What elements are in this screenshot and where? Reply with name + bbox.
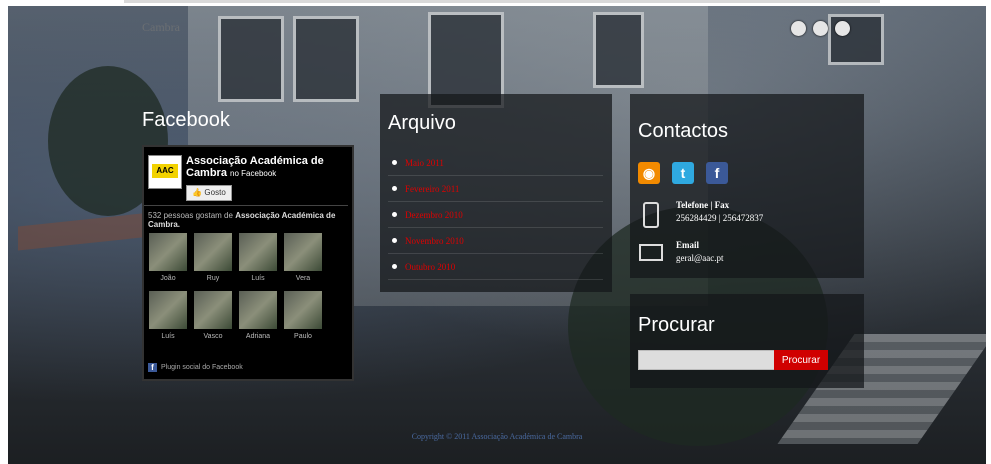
- contacts-heading: Contactos: [638, 120, 729, 142]
- like-count-prefix: 532 pessoas gostam de: [148, 211, 233, 220]
- archive-list: Maio 2011 Fevereiro 2011 Dezembro 2010 N…: [388, 150, 603, 280]
- like-count: 532 pessoas gostam de Associação Académi…: [148, 211, 348, 229]
- facebook-icon[interactable]: f: [706, 162, 728, 184]
- copyright: Copyright © 2011 Associação Académica de…: [411, 432, 583, 441]
- slider-dot-3[interactable]: [835, 21, 850, 36]
- fan-name: Ruy: [206, 275, 220, 282]
- hero-background: Cambra Facebook AAC Associação Académica…: [8, 6, 986, 464]
- like-button-label: Gosto: [204, 188, 226, 197]
- archive-link[interactable]: Fevereiro 2011: [405, 184, 459, 194]
- search-button[interactable]: Procurar: [774, 350, 828, 370]
- slider-dots: [791, 21, 850, 36]
- archive-heading: Arquivo: [388, 112, 456, 134]
- fan-name: Paulo: [294, 333, 312, 340]
- archive-link[interactable]: Maio 2011: [405, 158, 444, 168]
- list-item: Maio 2011: [388, 150, 603, 176]
- page-sub: no Facebook: [230, 169, 277, 178]
- fan-name: Luís: [251, 275, 265, 282]
- facebook-heading: Facebook: [142, 109, 230, 131]
- fan-photo: [239, 233, 277, 271]
- like-button[interactable]: 👍 Gosto: [186, 185, 232, 201]
- site-logo[interactable]: Cambra: [142, 20, 180, 35]
- email-label: Email: [676, 240, 700, 250]
- fan-face[interactable]: João: [148, 233, 188, 282]
- phone-icon: [643, 202, 659, 228]
- fan-photo: [284, 233, 322, 271]
- fan-face[interactable]: Paulo: [283, 291, 323, 340]
- archive-link[interactable]: Outubro 2010: [405, 262, 455, 272]
- page-name[interactable]: Associação Académica de Cambra no Facebo…: [186, 155, 351, 180]
- social-links: ◉ t f: [638, 162, 728, 184]
- fan-face[interactable]: Luís: [238, 233, 278, 282]
- archive-widget: Arquivo Maio 2011 Fevereiro 2011 Dezembr…: [380, 94, 612, 292]
- fan-photo: [284, 291, 322, 329]
- plugin-label: Plugin social do Facebook: [161, 364, 243, 371]
- list-item: Novembro 2010: [388, 228, 603, 254]
- bullet-icon: [392, 160, 397, 165]
- facebook-like-box: AAC Associação Académica de Cambra no Fa…: [142, 145, 354, 381]
- fan-name: Vera: [295, 275, 311, 282]
- fan-photo: [194, 291, 232, 329]
- slider-dot-2[interactable]: [813, 21, 828, 36]
- twitter-icon[interactable]: t: [672, 162, 694, 184]
- fan-photo: [239, 291, 277, 329]
- search-heading: Procurar: [638, 314, 715, 336]
- fan-face[interactable]: Ruy: [193, 233, 233, 282]
- bullet-icon: [392, 238, 397, 243]
- fan-face[interactable]: Adriana: [238, 291, 278, 340]
- rss-icon[interactable]: ◉: [638, 162, 660, 184]
- top-bar: [124, 0, 880, 3]
- list-item: Dezembro 2010: [388, 202, 603, 228]
- mail-icon: [639, 244, 663, 261]
- fan-photo: [149, 233, 187, 271]
- contacts-widget: Contactos ◉ t f Telefone | Fax 256284429…: [630, 94, 864, 278]
- fan-photo: [194, 233, 232, 271]
- building-window: [293, 16, 359, 102]
- list-item: Fevereiro 2011: [388, 176, 603, 202]
- fan-face[interactable]: Luís: [148, 291, 188, 340]
- search-widget: Procurar Procurar: [630, 294, 864, 388]
- facebook-plugin-link[interactable]: f Plugin social do Facebook: [148, 363, 243, 372]
- fan-face[interactable]: Vasco: [193, 291, 233, 340]
- slider-dot-1[interactable]: [791, 21, 806, 36]
- email-value[interactable]: geral@aac.pt: [676, 253, 724, 263]
- phone-label: Telefone | Fax: [676, 200, 730, 210]
- building-window: [593, 12, 644, 88]
- search-input[interactable]: [638, 350, 778, 370]
- facebook-widget: Facebook AAC Associação Académica de Cam…: [132, 99, 370, 389]
- list-item: Outubro 2010: [388, 254, 603, 280]
- facebook-icon: f: [148, 363, 157, 372]
- bullet-icon: [392, 186, 397, 191]
- phone-value: 256284429 | 256472837: [676, 213, 764, 223]
- archive-link[interactable]: Novembro 2010: [405, 236, 464, 246]
- archive-link[interactable]: Dezembro 2010: [405, 210, 463, 220]
- fan-name: Adriana: [245, 333, 271, 340]
- fan-name: Luís: [161, 333, 175, 340]
- fan-face[interactable]: Vera: [283, 233, 323, 282]
- building-window: [218, 16, 284, 102]
- divider: [144, 205, 348, 206]
- page-avatar[interactable]: AAC: [148, 155, 182, 189]
- bullet-icon: [392, 264, 397, 269]
- fan-name: Vasco: [203, 333, 223, 340]
- fan-photo: [149, 291, 187, 329]
- bullet-icon: [392, 212, 397, 217]
- fan-name: João: [160, 275, 176, 282]
